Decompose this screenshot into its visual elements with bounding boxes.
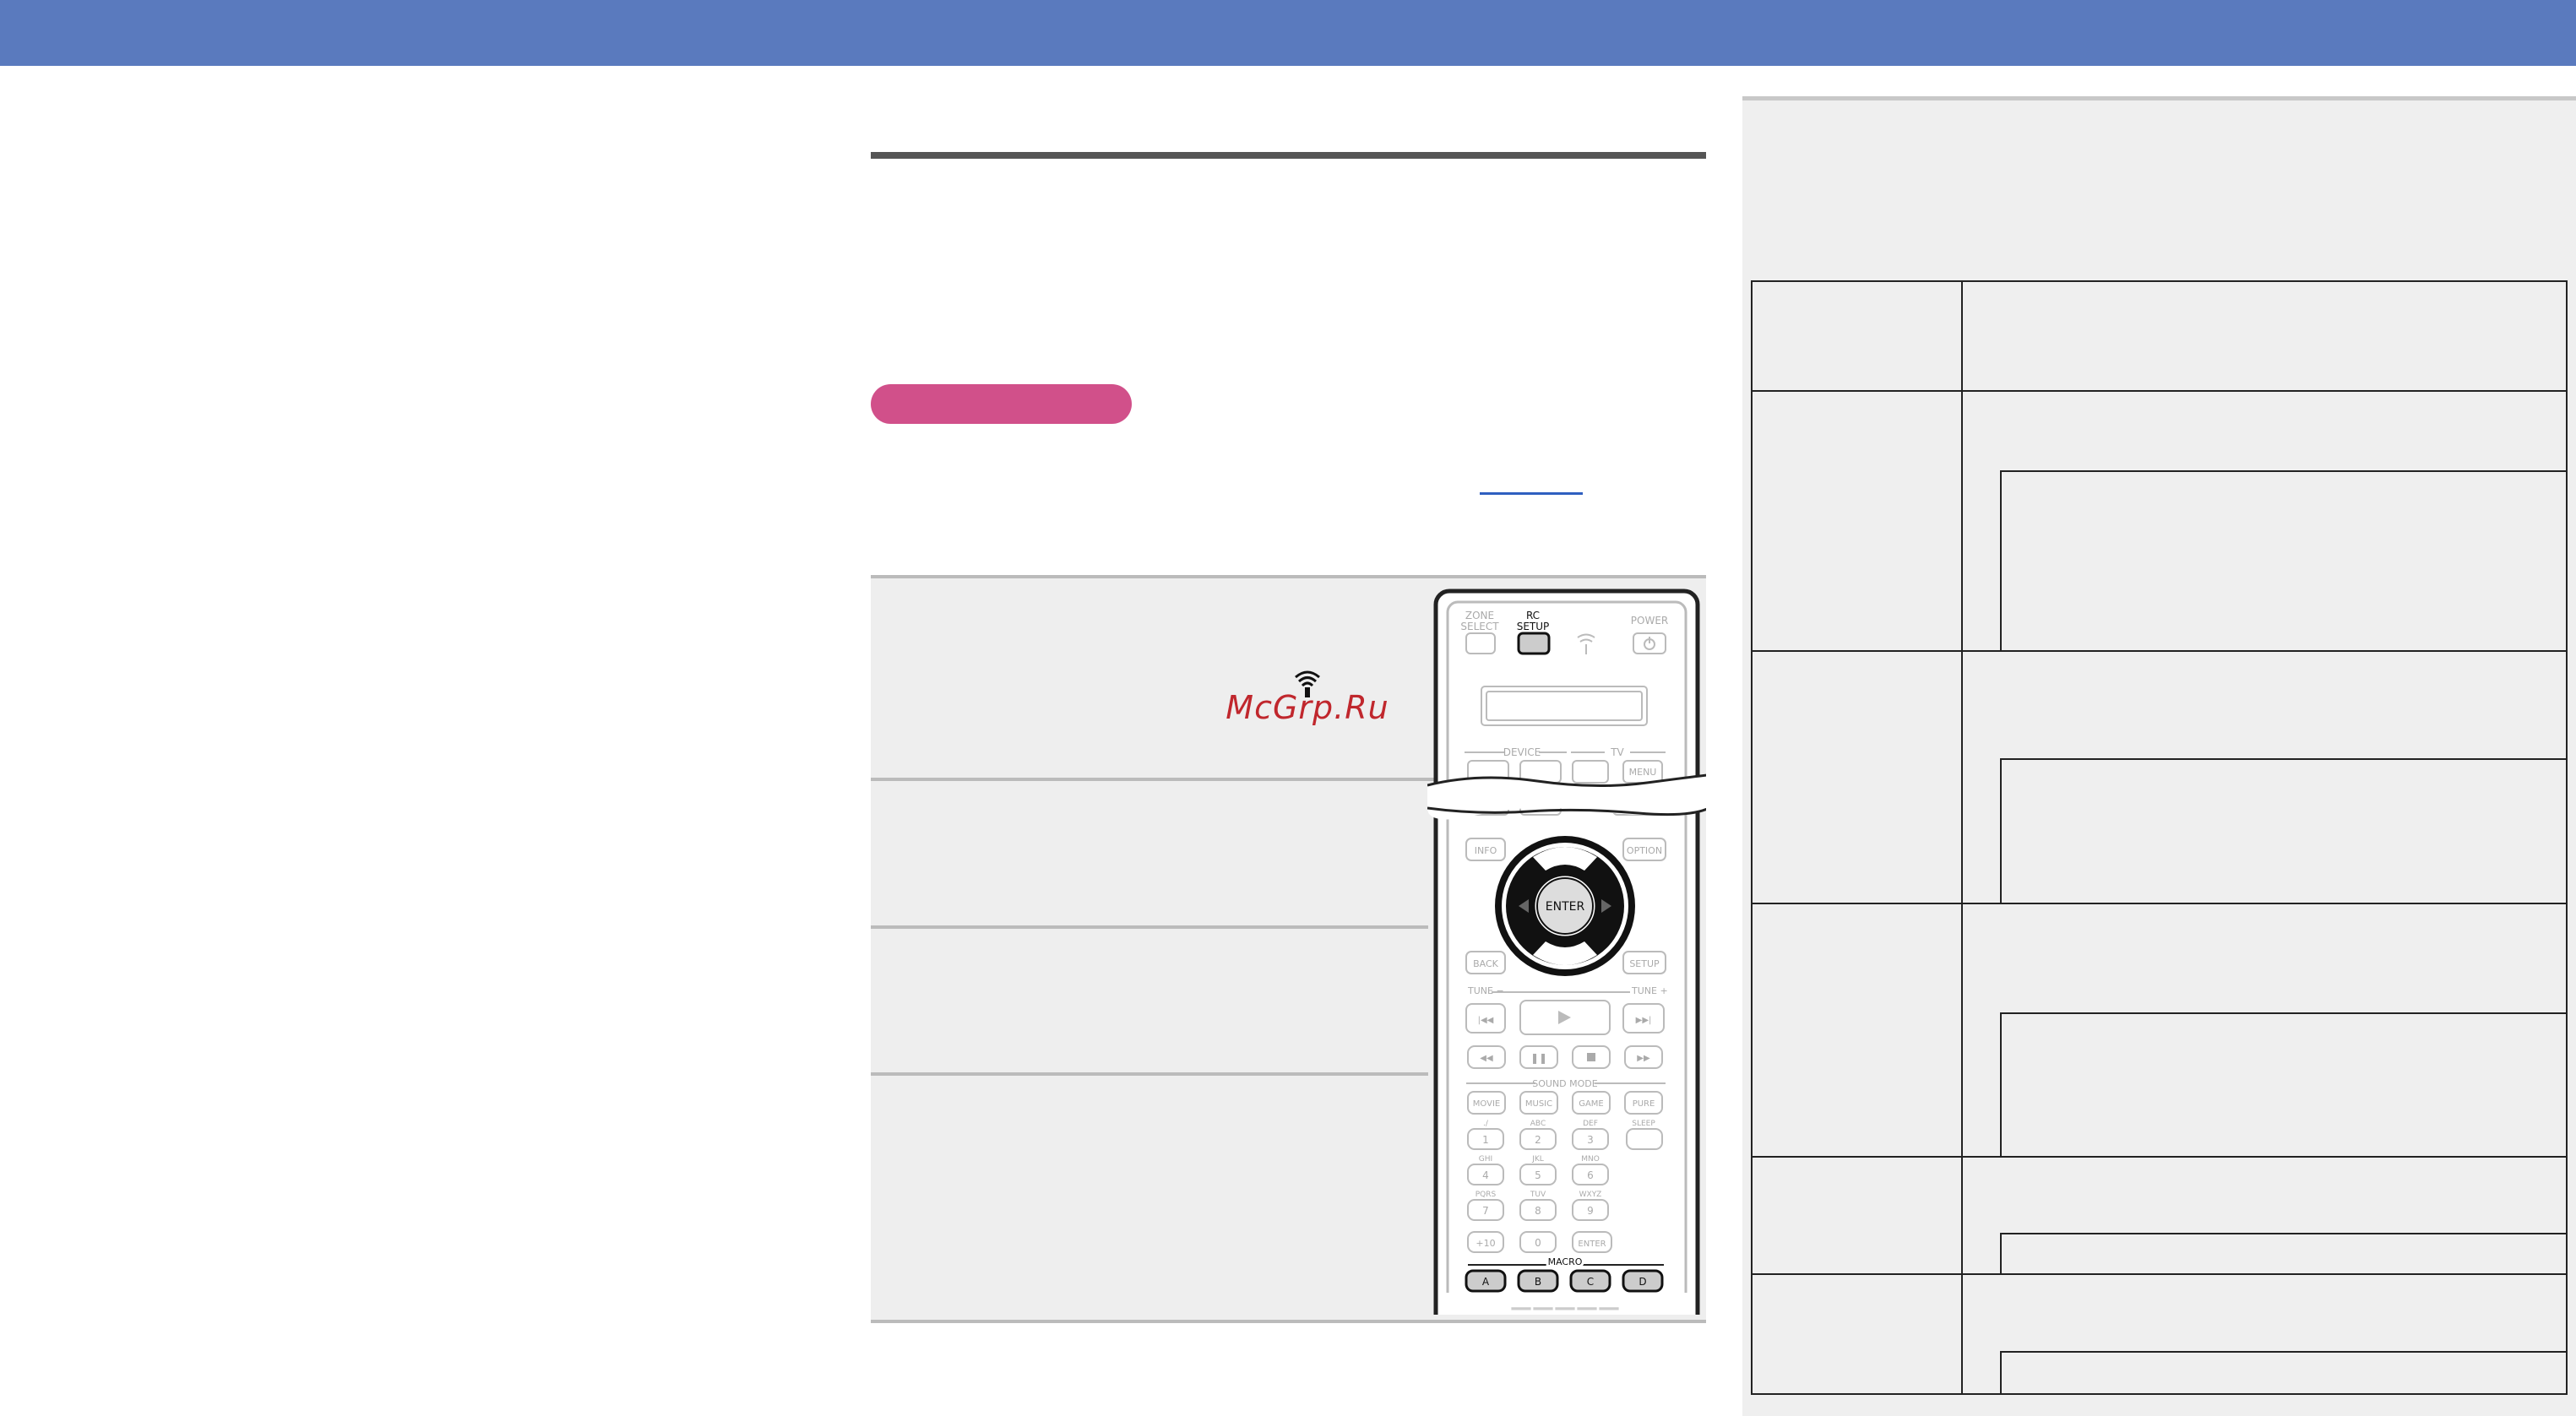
step-divider: [871, 925, 1428, 929]
table-column-divider: [1961, 280, 1963, 1395]
sound-mode-label: SOUND MODE: [1532, 1078, 1598, 1089]
table-subcell: [2000, 1012, 2566, 1157]
tune-minus-label: TUNE −: [1467, 985, 1504, 996]
tv-power-button[interactable]: [1572, 760, 1609, 784]
svg-text:|◀◀: |◀◀: [1478, 1016, 1494, 1025]
key-letters-label: JKL: [1531, 1155, 1544, 1164]
zone-label: ZONE: [1465, 610, 1494, 621]
svg-text:❚❚: ❚❚: [1530, 1052, 1547, 1064]
section-heading-rule: [871, 152, 1706, 159]
key-letters-label: ABC: [1530, 1120, 1546, 1128]
svg-text:—————: —————: [1510, 1295, 1620, 1315]
page-reference-link[interactable]: [1480, 492, 1583, 495]
macro-button-label: A: [1482, 1276, 1490, 1288]
select-label: SELECT: [1460, 621, 1499, 632]
zone-select-button[interactable]: [1465, 632, 1496, 654]
numeric-keypad: ./ 1 ABC 2 DEF 3 GHI 4 JKL 5 MNO 6 PQRS 7 TUV 8 WXYZ 9: [1467, 1120, 1609, 1221]
tune-plus-label: TUNE +: [1631, 985, 1668, 996]
plus10-label: +10: [1475, 1238, 1495, 1249]
sleep-label: SLEEP: [1632, 1120, 1655, 1128]
key-number-label: 4: [1482, 1169, 1489, 1181]
macro-button-label: C: [1587, 1276, 1594, 1288]
setup-label: SETUP: [1517, 621, 1550, 632]
setup-label: SETUP: [1629, 958, 1660, 969]
back-label: BACK: [1473, 958, 1499, 969]
step-divider: [871, 1072, 1428, 1076]
table-row-divider: [1751, 390, 2568, 392]
key-letters-label: TUV: [1530, 1191, 1546, 1199]
table-row-divider: [1751, 650, 2568, 652]
music-label: MUSIC: [1525, 1099, 1552, 1109]
macro-label: MACRO: [1548, 1256, 1583, 1267]
key-number-label: 5: [1535, 1169, 1541, 1181]
key-number-label: 1: [1482, 1134, 1489, 1146]
key-letters-label: PQRS: [1475, 1191, 1497, 1199]
power-label: POWER: [1631, 615, 1668, 627]
option-label: OPTION: [1627, 845, 1662, 856]
category-tag: [871, 384, 1132, 424]
key-letters-label: MNO: [1581, 1155, 1600, 1164]
key-letters-label: ./: [1483, 1120, 1489, 1128]
macro-button-label: B: [1535, 1276, 1541, 1288]
svg-text:▶▶|: ▶▶|: [1636, 1016, 1652, 1025]
key-number-label: 8: [1535, 1205, 1541, 1217]
key-0-label: 0: [1535, 1237, 1541, 1249]
key-number-label: 3: [1587, 1134, 1594, 1146]
watermark-text: McGrp.Ru: [1226, 689, 1389, 726]
enter-label: ENTER: [1546, 900, 1585, 914]
svg-text:▶▶: ▶▶: [1637, 1054, 1650, 1063]
keypad-enter-label: ENTER: [1578, 1240, 1606, 1249]
info-label: INFO: [1475, 845, 1497, 856]
menu-label: MENU: [1629, 767, 1657, 778]
movie-label: MOVIE: [1473, 1099, 1500, 1109]
remote-control-illustration: ZONE SELECT RC SETUP POWER DEVICE TV MEN…: [1427, 589, 1706, 1315]
tv-label: TV: [1610, 746, 1624, 758]
header-bar: [0, 0, 2576, 66]
rc-label: RC: [1526, 610, 1540, 621]
table-subcell: [2000, 1233, 2566, 1274]
key-number-label: 7: [1482, 1205, 1489, 1217]
table-subcell: [2000, 758, 2566, 903]
key-number-label: 6: [1587, 1169, 1594, 1181]
rc-setup-button[interactable]: [1517, 632, 1551, 655]
watermark: McGrp.Ru: [1206, 667, 1409, 735]
table-subcell: [2000, 470, 2566, 650]
svg-text:◀◀: ◀◀: [1480, 1054, 1493, 1063]
key-number-label: 9: [1587, 1205, 1594, 1217]
key-letters-label: GHI: [1479, 1155, 1492, 1164]
macro-button-label: D: [1639, 1276, 1646, 1288]
key-letters-label: WXYZ: [1579, 1191, 1602, 1199]
key-number-label: 2: [1535, 1134, 1541, 1146]
table-subcell: [2000, 1351, 2566, 1395]
key-letters-label: DEF: [1583, 1120, 1598, 1128]
pure-label: PURE: [1633, 1099, 1655, 1109]
game-label: GAME: [1579, 1099, 1604, 1109]
device-label: DEVICE: [1503, 746, 1541, 758]
sleep-button[interactable]: [1626, 1128, 1663, 1150]
